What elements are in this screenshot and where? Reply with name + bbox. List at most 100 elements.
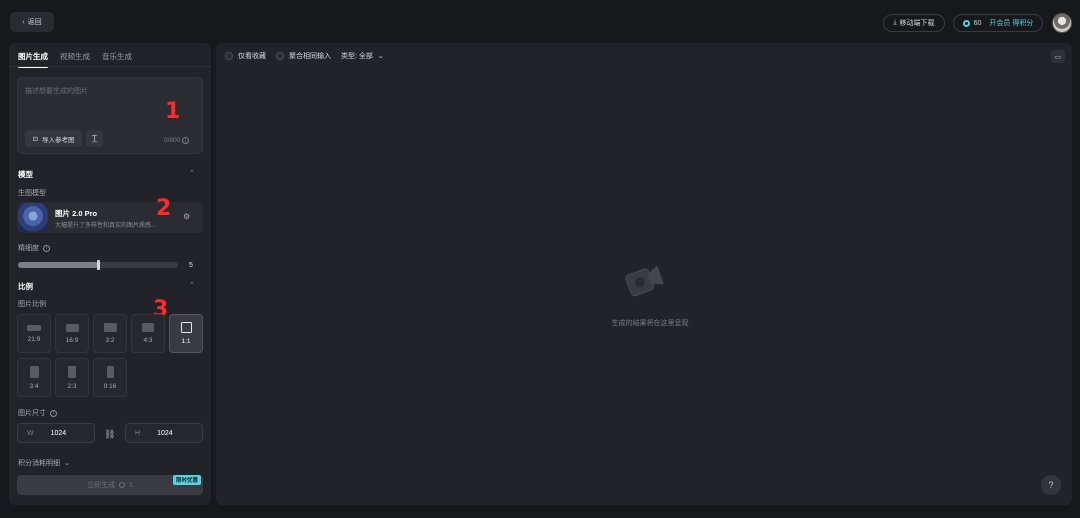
aggregate-filter-label: 聚合相同输入 xyxy=(289,53,331,60)
size-label: 图片尺寸 xyxy=(18,410,46,417)
download-label: 移动端下载 xyxy=(899,20,935,27)
tab-video-generation[interactable]: 视频生成 xyxy=(60,51,90,62)
chevron-down-icon: ⌄ xyxy=(377,53,384,60)
ratio-label-text: 3:4 xyxy=(29,382,39,390)
filter-bar: 仅看收藏 聚合相同输入 类型: 全部 ⌄ xyxy=(225,51,384,61)
folder-icon: ▭ xyxy=(1054,53,1062,61)
ratio-option-1-1[interactable]: 1:1 xyxy=(169,314,203,353)
ratio-option-9-16[interactable]: 9:16 xyxy=(93,358,127,397)
height-prefix: H xyxy=(135,429,141,437)
back-label: 返回 xyxy=(27,19,42,26)
credit-icon xyxy=(962,19,970,27)
model-description: 大幅提升了多样性和真实的图片质感... xyxy=(55,223,157,229)
model-thumbnail xyxy=(18,203,48,232)
width-prefix: W xyxy=(27,429,34,437)
ratio-option-3-4[interactable]: 3:4 xyxy=(17,358,51,397)
annotation-marker-1: 1 xyxy=(165,99,181,124)
tab-image-generation[interactable]: 图片生成 xyxy=(18,51,48,68)
cost-label: 积分消耗明细 xyxy=(18,460,60,467)
credits-count: 60 xyxy=(973,19,982,27)
cost-details-toggle[interactable]: 积分消耗明细 ⌄ xyxy=(18,458,70,468)
download-icon: ⤓ xyxy=(893,19,897,26)
ratio-option-4-3[interactable]: 4:3 xyxy=(131,314,165,353)
image-upload-icon: ⊡ xyxy=(32,135,38,143)
member-label: 开会员 得积分 xyxy=(989,20,1034,27)
size-label-row: 图片尺寸 i xyxy=(18,408,57,418)
back-button[interactable]: ‹ 返回 xyxy=(10,12,54,32)
ratio-option-21-9[interactable]: 21:9 xyxy=(17,314,51,353)
ratio-label-text: 16:9 xyxy=(65,336,79,344)
import-reference-label: 导入参考图 xyxy=(41,136,75,144)
info-icon[interactable]: i xyxy=(43,244,50,252)
ratio-shape-icon xyxy=(27,324,41,331)
favorites-filter-label: 仅看收藏 xyxy=(238,53,266,60)
ratio-label: 图片比例 xyxy=(18,301,46,308)
mobile-download-button[interactable]: ⤓ 移动端下载 xyxy=(883,14,945,32)
ratio-option-3-2[interactable]: 3:2 xyxy=(93,314,127,353)
fineness-slider-fill xyxy=(18,262,98,268)
ratio-label-text: 4:3 xyxy=(143,337,153,344)
generation-tabs: 图片生成 视频生成 音乐生成 xyxy=(18,51,132,68)
chevron-up-icon[interactable]: ⌃ xyxy=(189,281,195,289)
model-name: 图片 2.0 Pro xyxy=(55,209,98,218)
sliders-icon[interactable]: ⚙ xyxy=(183,212,190,221)
avatar[interactable] xyxy=(1052,13,1072,33)
ratio-label-text: 9:16 xyxy=(103,382,117,390)
model-label: 生图模型 xyxy=(18,190,46,197)
model-section-title: 模型 xyxy=(18,170,33,179)
fineness-label: 精细度 xyxy=(18,245,39,252)
annotation-marker-2: 2 xyxy=(156,196,172,221)
chevron-up-icon[interactable]: ⌃ xyxy=(189,169,195,177)
help-button[interactable]: ? xyxy=(1041,475,1061,495)
ratio-shape-icon xyxy=(103,323,117,332)
type-filter-label: 类型: 全部 xyxy=(341,53,373,60)
ratio-shape-icon xyxy=(142,323,154,332)
aggregate-filter[interactable]: 聚合相同输入 xyxy=(276,51,331,61)
info-icon[interactable]: i xyxy=(182,137,190,144)
char-counter: 0/800 i xyxy=(164,137,190,144)
fineness-value: 5 xyxy=(189,262,193,269)
text-style-button[interactable]: T̲ xyxy=(86,130,103,147)
ratio-label-text: 3:2 xyxy=(105,337,115,344)
generate-cost: 1 xyxy=(129,481,133,489)
tab-music-generation[interactable]: 音乐生成 xyxy=(102,51,132,62)
promo-badge: 限时优惠 xyxy=(173,475,202,485)
ratio-label-text: 1:1 xyxy=(181,338,191,345)
ratio-option-2-3[interactable]: 2:3 xyxy=(55,358,89,397)
type-filter-dropdown[interactable]: 类型: 全部 ⌄ xyxy=(341,51,384,61)
char-count: 0/800 xyxy=(164,137,181,144)
prompt-placeholder: 描述想要生成的图片 xyxy=(25,88,88,95)
info-icon[interactable]: i xyxy=(50,409,57,417)
fineness-slider-handle[interactable] xyxy=(97,260,100,270)
ratio-label-text: 2:3 xyxy=(67,382,77,390)
ratio-shape-icon xyxy=(180,322,192,333)
ratio-shape-icon xyxy=(68,365,76,378)
width-field[interactable]: W 1024 xyxy=(17,423,95,443)
empty-state-text: 生成的结果将在这里呈现 xyxy=(611,320,689,327)
credit-icon xyxy=(119,482,126,488)
ratio-option-16-9[interactable]: 16:9 xyxy=(55,314,89,353)
checkbox[interactable] xyxy=(225,52,233,60)
height-value: 1024 xyxy=(157,429,173,437)
question-icon: ? xyxy=(1048,480,1054,490)
divider xyxy=(9,66,211,67)
folder-button[interactable]: ▭ xyxy=(1051,50,1065,63)
empty-state-icon xyxy=(625,265,664,297)
credits-button[interactable]: 60 开会员 得积分 xyxy=(953,14,1043,32)
chevron-left-icon: ‹ xyxy=(22,18,25,26)
text-icon: T̲ xyxy=(92,134,97,143)
import-reference-button[interactable]: ⊡ 导入参考图 xyxy=(25,130,82,147)
favorites-filter[interactable]: 仅看收藏 xyxy=(225,51,266,61)
height-field[interactable]: H 1024 xyxy=(125,423,203,443)
generate-label: 立即生成 xyxy=(87,482,116,489)
ratio-shape-icon xyxy=(29,365,39,378)
ratio-section-title: 比例 xyxy=(18,282,33,291)
ratio-shape-icon xyxy=(106,365,114,378)
ratio-label-text: 21:9 xyxy=(27,335,41,343)
chevron-down-icon: ⌄ xyxy=(64,460,70,467)
checkbox[interactable] xyxy=(276,52,284,60)
width-value: 1024 xyxy=(50,429,67,437)
fineness-label-row: 精细度 i xyxy=(18,243,50,253)
link-icon[interactable]: ⛓ xyxy=(104,429,115,440)
ratio-shape-icon xyxy=(65,323,79,332)
